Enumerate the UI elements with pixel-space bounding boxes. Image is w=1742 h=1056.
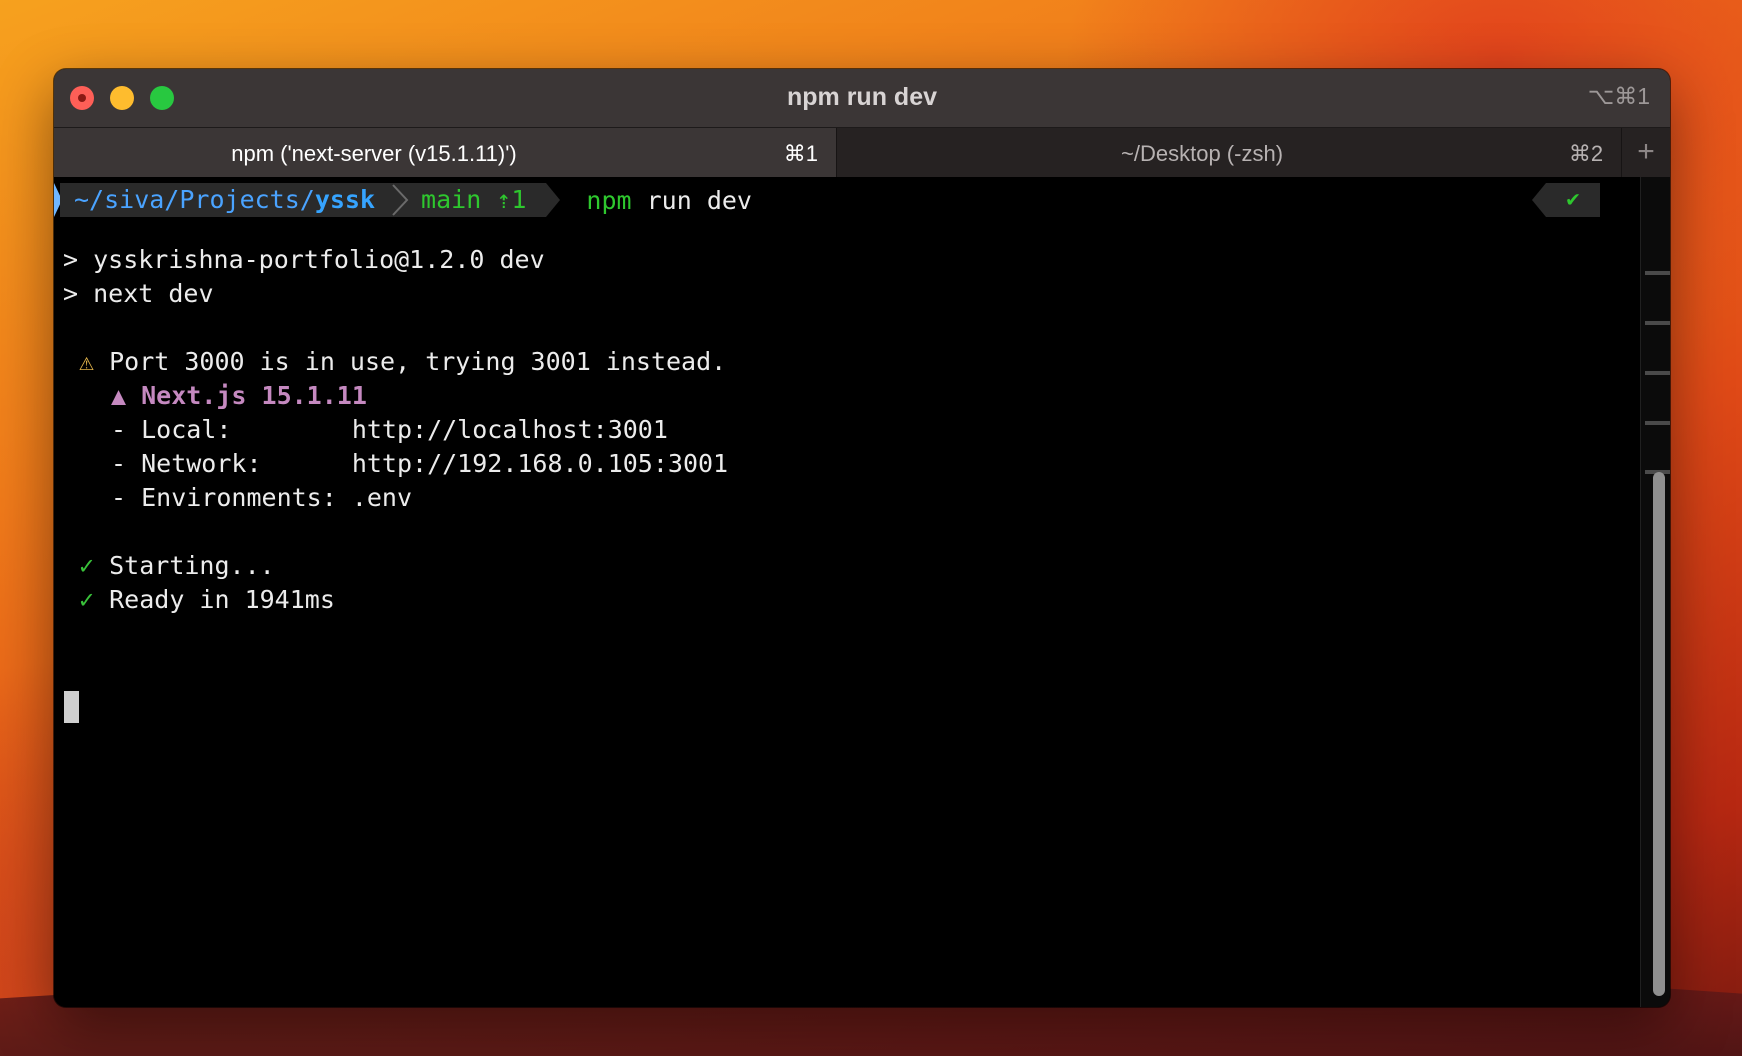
scroll-mark xyxy=(1645,321,1670,325)
scroll-thumb[interactable] xyxy=(1653,472,1665,996)
prompt-path-prefix: ~/siva/Projects/ xyxy=(74,185,315,214)
ready-text: Ready in 1941ms xyxy=(94,585,335,614)
scroll-mark xyxy=(1645,271,1670,275)
check-icon: ✓ xyxy=(79,551,95,580)
nextjs-banner: ▲ Next.js 15.1.11 xyxy=(111,381,367,410)
tab-shortcut: ⌘1 xyxy=(783,141,819,166)
scroll-mark xyxy=(1645,371,1670,375)
tab-bar: npm ('next-server (v15.1.11)') ⌘1 ~/Desk… xyxy=(54,127,1670,178)
tab-shortcut: ⌘2 xyxy=(1568,141,1604,166)
status-check-icon: ✔ xyxy=(1532,183,1600,217)
command-bin: npm xyxy=(586,185,632,215)
chevron-right-icon xyxy=(389,183,412,217)
terminal-window: npm run dev ⌥⌘1 npm ('next-server (v15.1… xyxy=(54,69,1670,1007)
text-cursor xyxy=(64,691,79,723)
network-url: - Network: http://192.168.0.105:3001 xyxy=(111,449,729,478)
environments: - Environments: .env xyxy=(111,483,413,512)
prompt-path: ~/siva/Projects/yssk xyxy=(60,183,390,217)
prompt-bar: ~/siva/Projects/yssk main ⇡1 npm run dev xyxy=(60,183,752,217)
tab-desktop[interactable]: ~/Desktop (-zsh) ⌘2 xyxy=(836,128,1622,178)
terminal-output[interactable]: ~/siva/Projects/yssk main ⇡1 npm run dev… xyxy=(54,177,1640,1007)
scroll-mark xyxy=(1645,421,1670,425)
output-line: ⚠ Port 3000 is in use, trying 3001 inste… xyxy=(79,345,726,379)
window-title: npm run dev xyxy=(786,83,937,111)
tab-label: ~/Desktop (-zsh) xyxy=(1121,141,1284,166)
warning-text: Port 3000 is in use, trying 3001 instead… xyxy=(94,347,727,376)
segment-end-icon xyxy=(546,183,561,217)
output-line: > ysskrishna-portfolio@1.2.0 dev xyxy=(63,245,545,274)
starting-text: Starting... xyxy=(94,551,275,580)
output-line: ✓ Starting... xyxy=(79,549,275,583)
check-icon: ✓ xyxy=(79,585,95,614)
command-args: run dev xyxy=(631,185,752,215)
prompt-git: main ⇡1 xyxy=(411,183,547,217)
prompt-command: npm run dev xyxy=(586,186,752,215)
title-bar[interactable]: npm run dev ⌥⌘1 xyxy=(54,69,1670,127)
tab-npm[interactable]: npm ('next-server (v15.1.11)') ⌘1 xyxy=(54,128,837,178)
tab-label: npm ('next-server (v15.1.11)') xyxy=(231,141,517,166)
output-line: ✓ Ready in 1941ms xyxy=(79,583,335,617)
output-line: > next dev xyxy=(63,279,214,308)
scrollbar[interactable] xyxy=(1640,177,1670,1007)
prompt-path-dir: yssk xyxy=(314,185,376,214)
new-tab-button[interactable]: + xyxy=(1621,128,1670,178)
window-shortcut: ⌥⌘1 xyxy=(1587,83,1650,109)
local-url: - Local: http://localhost:3001 xyxy=(111,415,668,444)
warning-icon: ⚠ xyxy=(79,347,95,376)
